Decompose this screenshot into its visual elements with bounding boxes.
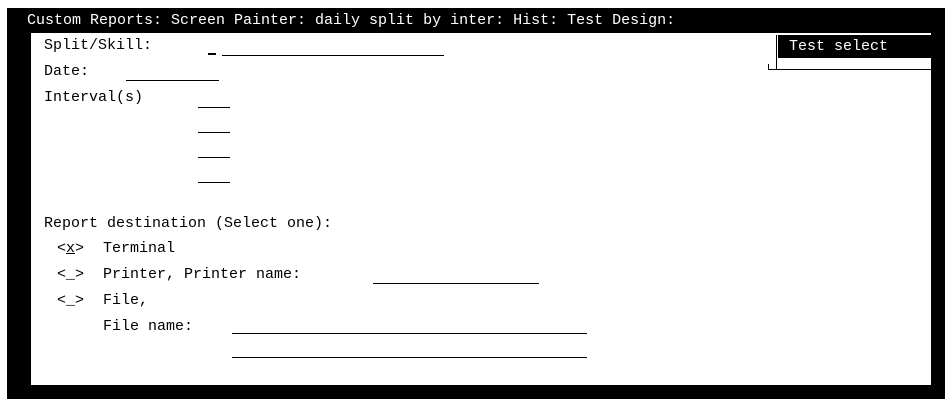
split-skill-label: Split/Skill: [44,37,153,54]
date-field[interactable] [126,63,219,81]
interval-underline-1 [198,107,230,108]
radio-file[interactable]: <_> [57,292,84,310]
interval-field-4[interactable] [198,165,230,183]
report-destination-heading: Report destination (Select one): [44,215,333,232]
date-underline [126,80,219,81]
interval-field-2[interactable] [198,115,230,133]
file-name-underline-1 [232,333,587,334]
split-skill-underline [222,55,444,56]
radio-printer-label: Printer, Printer name: [103,266,302,283]
radio-file-label: File, [103,292,149,309]
interval-underline-4 [198,182,230,183]
interval-field-1[interactable] [198,89,230,107]
interval-field-3[interactable] [198,140,230,158]
text-cursor [208,53,216,55]
radio-terminal-label: Terminal [103,240,176,257]
intervals-label: Interval(s) [44,89,144,106]
popup-left-border [776,35,777,70]
printer-name-field[interactable] [373,266,539,284]
popup-bottom-border [768,69,931,70]
test-select-popup[interactable]: Test select [778,35,931,58]
file-name-underline-2 [232,357,587,358]
printer-name-underline [373,283,539,284]
interval-underline-2 [198,132,230,133]
interval-underline-3 [198,157,230,158]
radio-printer[interactable]: <_> [57,266,84,284]
file-name-label: File name: [103,318,194,335]
window-title: Custom Reports: Screen Painter: daily sp… [27,12,676,29]
split-skill-field[interactable] [222,37,444,55]
date-label: Date: [44,63,90,80]
radio-terminal[interactable]: <x> [57,240,84,258]
